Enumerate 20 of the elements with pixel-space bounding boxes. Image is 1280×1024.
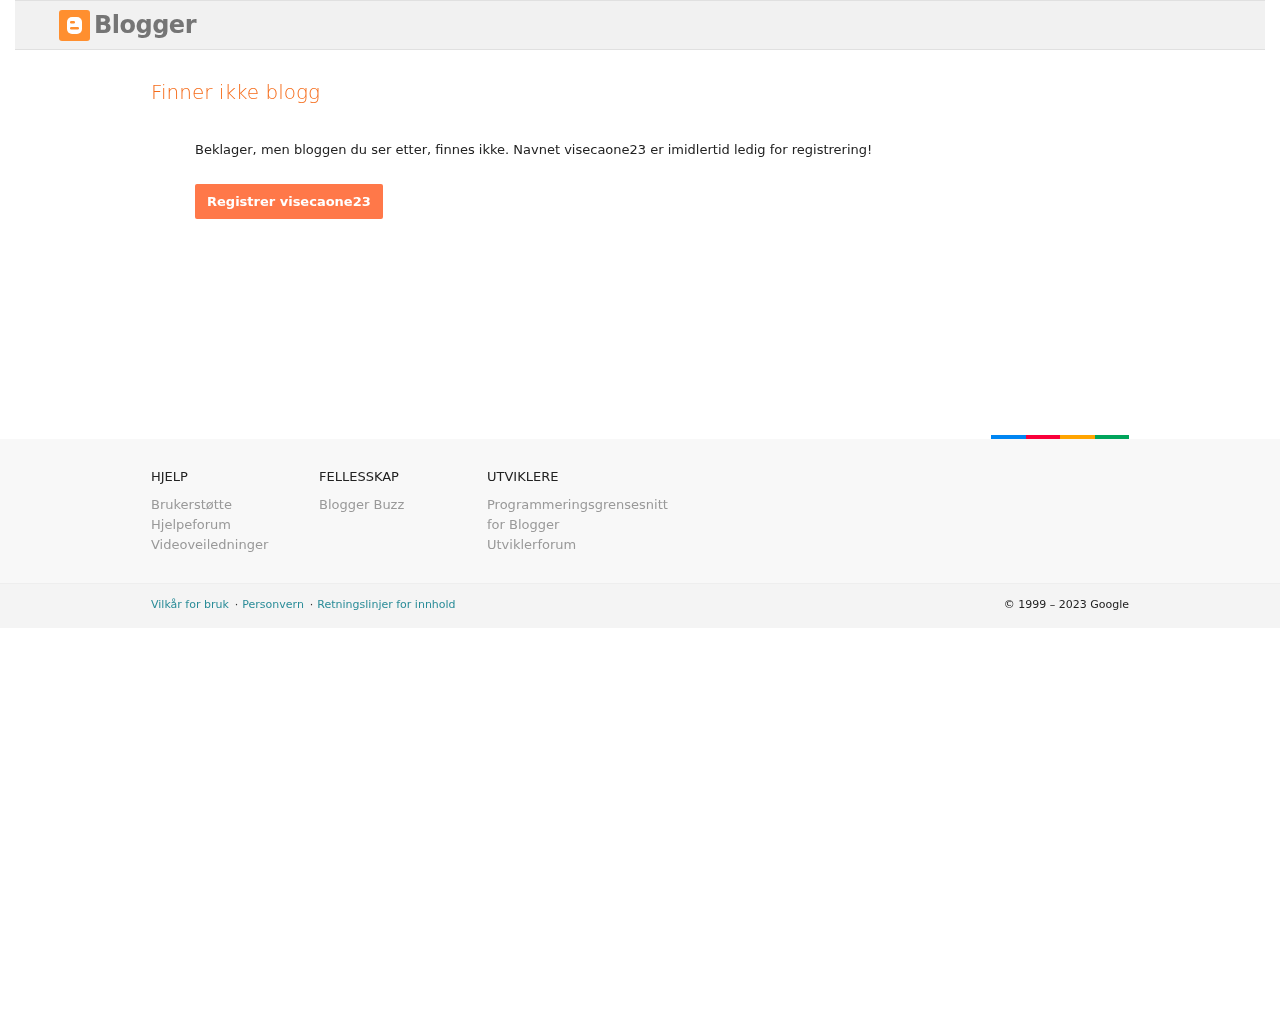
- blogger-logo-icon: [59, 9, 90, 41]
- copyright-text: © 1999 – 2023 Google: [1003, 597, 1129, 614]
- footer-link[interactable]: Videoveiledninger: [151, 534, 269, 555]
- column-heading: UTVIKLERE: [487, 468, 560, 486]
- separator: ·: [309, 597, 314, 614]
- column-heading: FELLESSKAP: [319, 468, 400, 486]
- page-title: Finner ikke blogg: [151, 80, 321, 104]
- footer-link[interactable]: Vilkår for bruk: [151, 597, 229, 614]
- footer-link[interactable]: Personvern: [242, 597, 304, 614]
- register-button[interactable]: Registrer visecaone23: [195, 183, 383, 219]
- footer-link[interactable]: Utviklerforum: [487, 534, 577, 555]
- footer-link[interactable]: Programmeringsgrensesnitt for Blogger: [487, 494, 687, 535]
- separator: ·: [234, 597, 239, 614]
- footer-link[interactable]: Hjelpeforum: [151, 514, 232, 535]
- footer-link[interactable]: Retningslinjer for innhold: [317, 597, 456, 614]
- footer-link[interactable]: Brukerstøtte: [151, 494, 232, 515]
- footer-link[interactable]: Blogger Buzz: [319, 494, 405, 515]
- column-heading: HJELP: [151, 468, 189, 486]
- error-message: Beklager, men bloggen du ser etter, finnes ikke. Navnet visecaone23 er imidlertid ledig for registrering!: [195, 141, 874, 159]
- logo-text: Blogger: [94, 10, 196, 41]
